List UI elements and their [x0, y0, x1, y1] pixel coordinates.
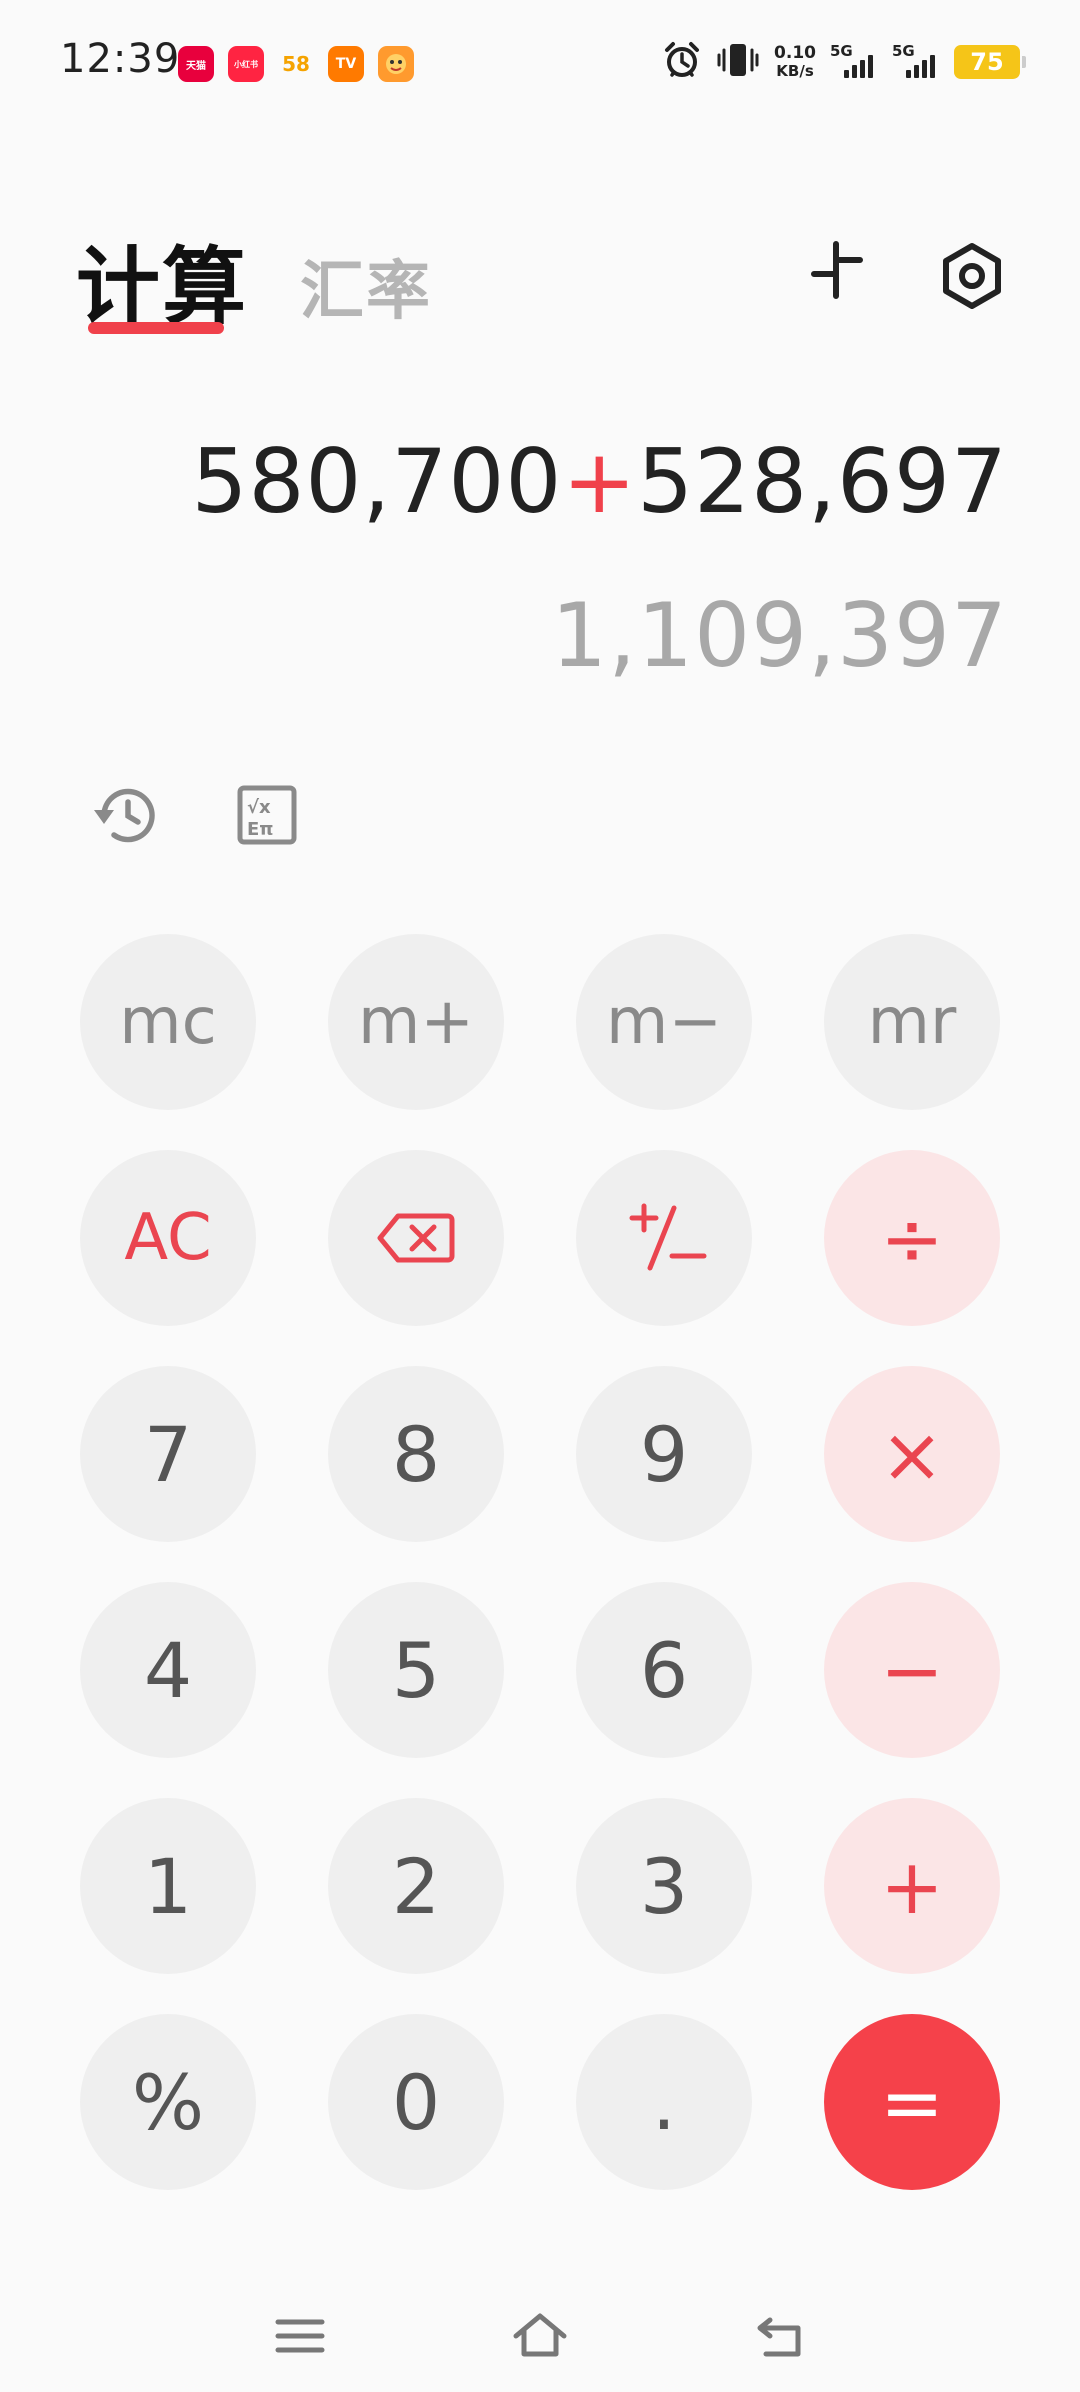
operand-1: 580,700 [191, 430, 563, 533]
digit-0-button[interactable]: 0 [328, 2014, 504, 2190]
network-speed: 0.10 KB/s [774, 44, 816, 80]
58-app-icon: 58 [282, 52, 310, 76]
backspace-button[interactable] [328, 1150, 504, 1326]
battery-indicator: 75 [954, 45, 1026, 79]
vibrate-icon [716, 40, 760, 84]
digit-3-button[interactable]: 3 [576, 1798, 752, 1974]
network-speed-value: 0.10 [774, 43, 816, 63]
active-tab-indicator [88, 322, 224, 334]
alarm-icon [662, 40, 702, 84]
settings-icon[interactable] [932, 236, 1012, 316]
digit-8-button[interactable]: 8 [328, 1366, 504, 1542]
tmall-app-icon: 天猫 [178, 46, 214, 82]
back-icon[interactable] [750, 2306, 810, 2366]
mc-button[interactable]: mc [80, 934, 256, 1110]
digit-2-button[interactable]: 2 [328, 1798, 504, 1974]
decimal-point-button[interactable]: . [576, 2014, 752, 2190]
divide-button[interactable]: ÷ [824, 1150, 1000, 1326]
result-display: 1,109,397 [551, 584, 1008, 687]
digit-1-button[interactable]: 1 [80, 1798, 256, 1974]
operand-2: 528,697 [637, 430, 1008, 533]
mango-tv-app-icon: TV [328, 46, 364, 82]
svg-text:√x: √x [247, 797, 271, 818]
scientific-mode-icon[interactable]: √x Eπ [232, 780, 302, 850]
expression-display: 580,700+528,697 [191, 430, 1008, 533]
sim1-signal-icon: 5G [830, 42, 878, 78]
digit-9-button[interactable]: 9 [576, 1366, 752, 1542]
svg-text:Eπ: Eπ [247, 819, 274, 840]
status-right: 0.10 KB/s 5G 5G 75 [662, 40, 1026, 84]
ac-button[interactable]: AC [80, 1150, 256, 1326]
percent-button[interactable]: % [80, 2014, 256, 2190]
network-speed-unit: KB/s [776, 62, 814, 80]
backspace-icon [376, 1210, 456, 1266]
digit-5-button[interactable]: 5 [328, 1582, 504, 1758]
minus-button[interactable]: − [824, 1582, 1000, 1758]
keypad: mc m+ m− mr AC ÷ 7 8 9 × 4 5 6 − 1 2 3 +… [80, 934, 1000, 2194]
home-icon[interactable] [510, 2306, 570, 2366]
menu-icon[interactable] [270, 2306, 330, 2366]
sign-toggle-button[interactable] [576, 1150, 752, 1326]
mr-button[interactable]: mr [824, 934, 1000, 1110]
status-time: 12:39 [60, 36, 181, 82]
sim2-label: 5G [892, 42, 915, 60]
sim2-signal-icon: 5G [892, 42, 940, 78]
plus-minus-icon [616, 1200, 712, 1276]
digit-7-button[interactable]: 7 [80, 1366, 256, 1542]
history-icon[interactable] [90, 780, 160, 850]
game-app-icon [378, 46, 414, 82]
sim1-label: 5G [830, 42, 853, 60]
equals-button[interactable]: = [824, 2014, 1000, 2190]
multiply-button[interactable]: × [824, 1366, 1000, 1542]
tab-exchange-rate[interactable]: 汇率 [300, 240, 432, 332]
m-minus-button[interactable]: m− [576, 934, 752, 1110]
notification-icons: 天猫 小红书 58 TV [178, 46, 414, 82]
digit-4-button[interactable]: 4 [80, 1582, 256, 1758]
digit-6-button[interactable]: 6 [576, 1582, 752, 1758]
xiaohongshu-app-icon: 小红书 [228, 46, 264, 82]
operator: + [562, 430, 638, 533]
collapse-icon[interactable] [796, 236, 876, 316]
m-plus-button[interactable]: m+ [328, 934, 504, 1110]
plus-button[interactable]: + [824, 1798, 1000, 1974]
status-bar: 12:39 天猫 小红书 58 TV 0.10 KB/s 5G 5G 75 [0, 0, 1080, 130]
